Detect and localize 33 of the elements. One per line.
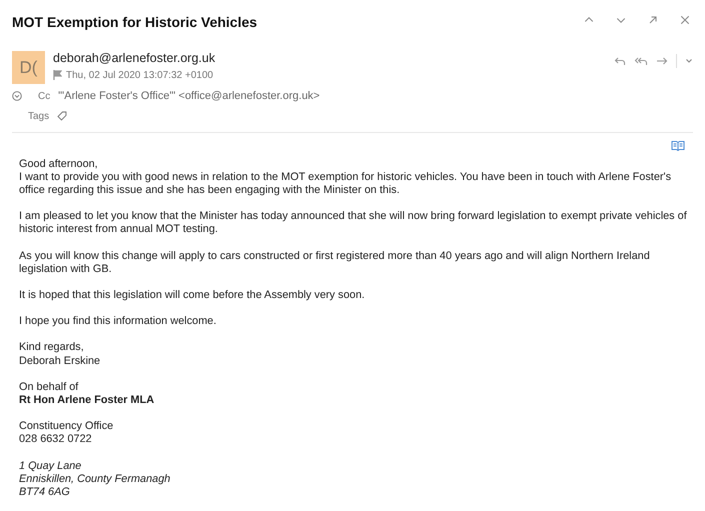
reply-all-icon[interactable] [634,55,648,67]
message-line: Constituency Office [19,420,114,434]
message-line: BT74 6AG [19,486,70,500]
message-line: Deborah Erskine [19,354,100,368]
book-icon[interactable] [671,140,685,150]
message-line: I want to provide you with good news in relation to the MOT exemption for historic vehicles. You have been in touch with Arlene Foster's [19,170,672,184]
email-subject: MOT Exemption for Historic Vehicles [11,13,258,32]
message-line: legislation with GB. [19,262,112,276]
message-line: I hope you find this information welcome. [19,315,216,328]
message-line: Kind regards, [19,341,84,355]
message-line: historic interest from annual MOT testing. [19,223,218,237]
forward-icon[interactable] [656,55,668,67]
cc-recipient[interactable]: "'Arlene Foster's Office'" <office@arlenefoster.org.uk> [58,88,320,104]
sent-date: Thu, 02 Jul 2020 13:07:32 +0100 [66,68,214,83]
more-options-icon[interactable] [685,58,693,64]
message-line: On behalf of [19,380,78,394]
message-line: It is hoped that this legislation will come before the Assembly very soon. [19,288,365,302]
message-line: 1 Quay Lane [19,460,82,473]
cc-label: Cc [38,90,50,104]
expand-icon[interactable] [12,91,22,102]
reply-icon[interactable] [614,55,626,67]
tag-icon[interactable] [57,111,68,121]
message-line: Enniskillen, County Fermanagh [19,472,170,486]
message-line: I am pleased to let you know that the Minister has today announced that she will now bring forward legislation to exempt private vehicles of [19,210,687,224]
flag-icon[interactable] [53,70,62,80]
tags-label: Tags [28,110,50,124]
message-line: As you will know this change will apply to cars constructed or first registered more than 40 years ago and will align Northern Ireland [19,250,650,263]
message-line: Rt Hon Arlene Foster MLA [19,394,154,408]
sender-avatar: D( [12,51,45,84]
message-line: office regarding this issue and she has been engaging with the Minister on this. [19,184,400,198]
message-line: Good afternoon, [19,158,98,171]
message-line: 028 6632 0722 [19,433,92,447]
sender-email[interactable]: deborah@arlenefoster.org.uk [53,49,216,68]
